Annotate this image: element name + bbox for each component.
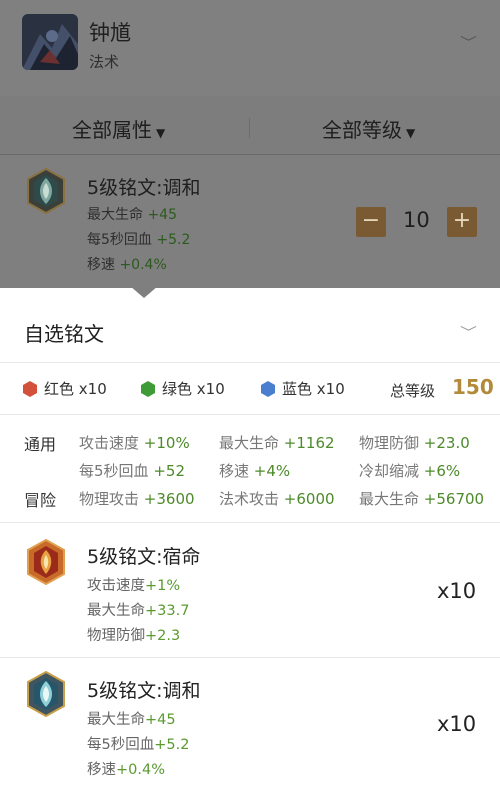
category-adventure: 冒险 [24,491,57,510]
selected-rune-name: 5级铭文:调和 [87,177,201,199]
total-level-value: 150 [452,375,494,399]
rune-name: 5级铭文:调和 [87,680,201,702]
color-count-red: 红色 x10 [22,378,107,399]
plus-icon: + [452,208,472,233]
selected-rune-stat: 每5秒回血 +5.2 [87,232,191,248]
filter-attribute[interactable]: 全部属性 ▼ [72,114,165,143]
selected-rune-stat: 移速 +0.4% [87,257,167,273]
divider [249,118,250,138]
summary-stat: 物理攻击 +3600 [79,490,195,508]
chevron-down-icon: ▼ [406,126,416,140]
chevron-down-icon[interactable]: ﹀ [460,322,477,341]
rune-name: 5级铭文:宿命 [87,546,201,568]
red-hexagon-icon [22,381,38,397]
sheet-title: 自选铭文 [24,322,104,346]
selected-rune-stat: 最大生命 +45 [87,207,177,223]
summary-stat: 法术攻击 +6000 [219,490,335,508]
rune-stat: 物理防御+2.3 [87,628,181,644]
color-count-blue: 蓝色 x10 [260,378,345,399]
rune-icon-harmony [26,167,66,218]
total-level-label: 总等级 [390,382,436,400]
summary-stat: 最大生命 +1162 [219,434,335,452]
increment-button[interactable]: + [447,207,477,237]
green-hexagon-icon [140,381,156,397]
summary-stat: 攻击速度 +10% [79,434,190,452]
chevron-down-icon[interactable]: ﹀ [460,32,477,51]
divider [0,154,500,155]
decrement-button[interactable]: − [356,207,386,237]
divider [0,414,500,415]
rune-stat: 攻击速度+1% [87,578,181,594]
summary-stat: 每5秒回血 +52 [79,462,185,480]
minus-icon: − [361,208,381,233]
summary-stat: 移速 +4% [219,462,291,480]
sheet-notch [130,286,158,298]
divider [0,362,500,363]
filter-level-label: 全部等级 [322,118,402,142]
category-general: 通用 [24,435,57,454]
list-item[interactable] [0,658,500,789]
chevron-down-icon: ▼ [156,126,166,140]
hero-class: 法术 [89,53,120,71]
rune-stat: 最大生命+33.7 [87,603,190,619]
rune-icon-harmony [26,670,66,721]
hero-avatar [22,14,78,70]
color-count-green: 绿色 x10 [140,378,225,399]
rune-stat: 每5秒回血+5.2 [87,737,190,753]
rune-count: x10 [437,712,477,736]
rune-stat: 移速+0.4% [87,762,165,778]
filter-attribute-label: 全部属性 [72,118,152,142]
rune-icon-fate [26,538,66,589]
summary-stat: 物理防御 +23.0 [359,434,470,452]
rune-stat: 最大生命+45 [87,712,176,728]
hero-name: 钟馗 [89,21,131,45]
summary-stat: 最大生命 +56700 [359,490,485,508]
rune-count: x10 [437,579,477,603]
list-item[interactable] [0,523,500,656]
summary-stat: 冷却缩减 +6% [359,462,461,480]
rune-quantity: 10 [403,208,430,232]
blue-hexagon-icon [260,381,276,397]
filter-level[interactable]: 全部等级 ▼ [322,114,415,143]
